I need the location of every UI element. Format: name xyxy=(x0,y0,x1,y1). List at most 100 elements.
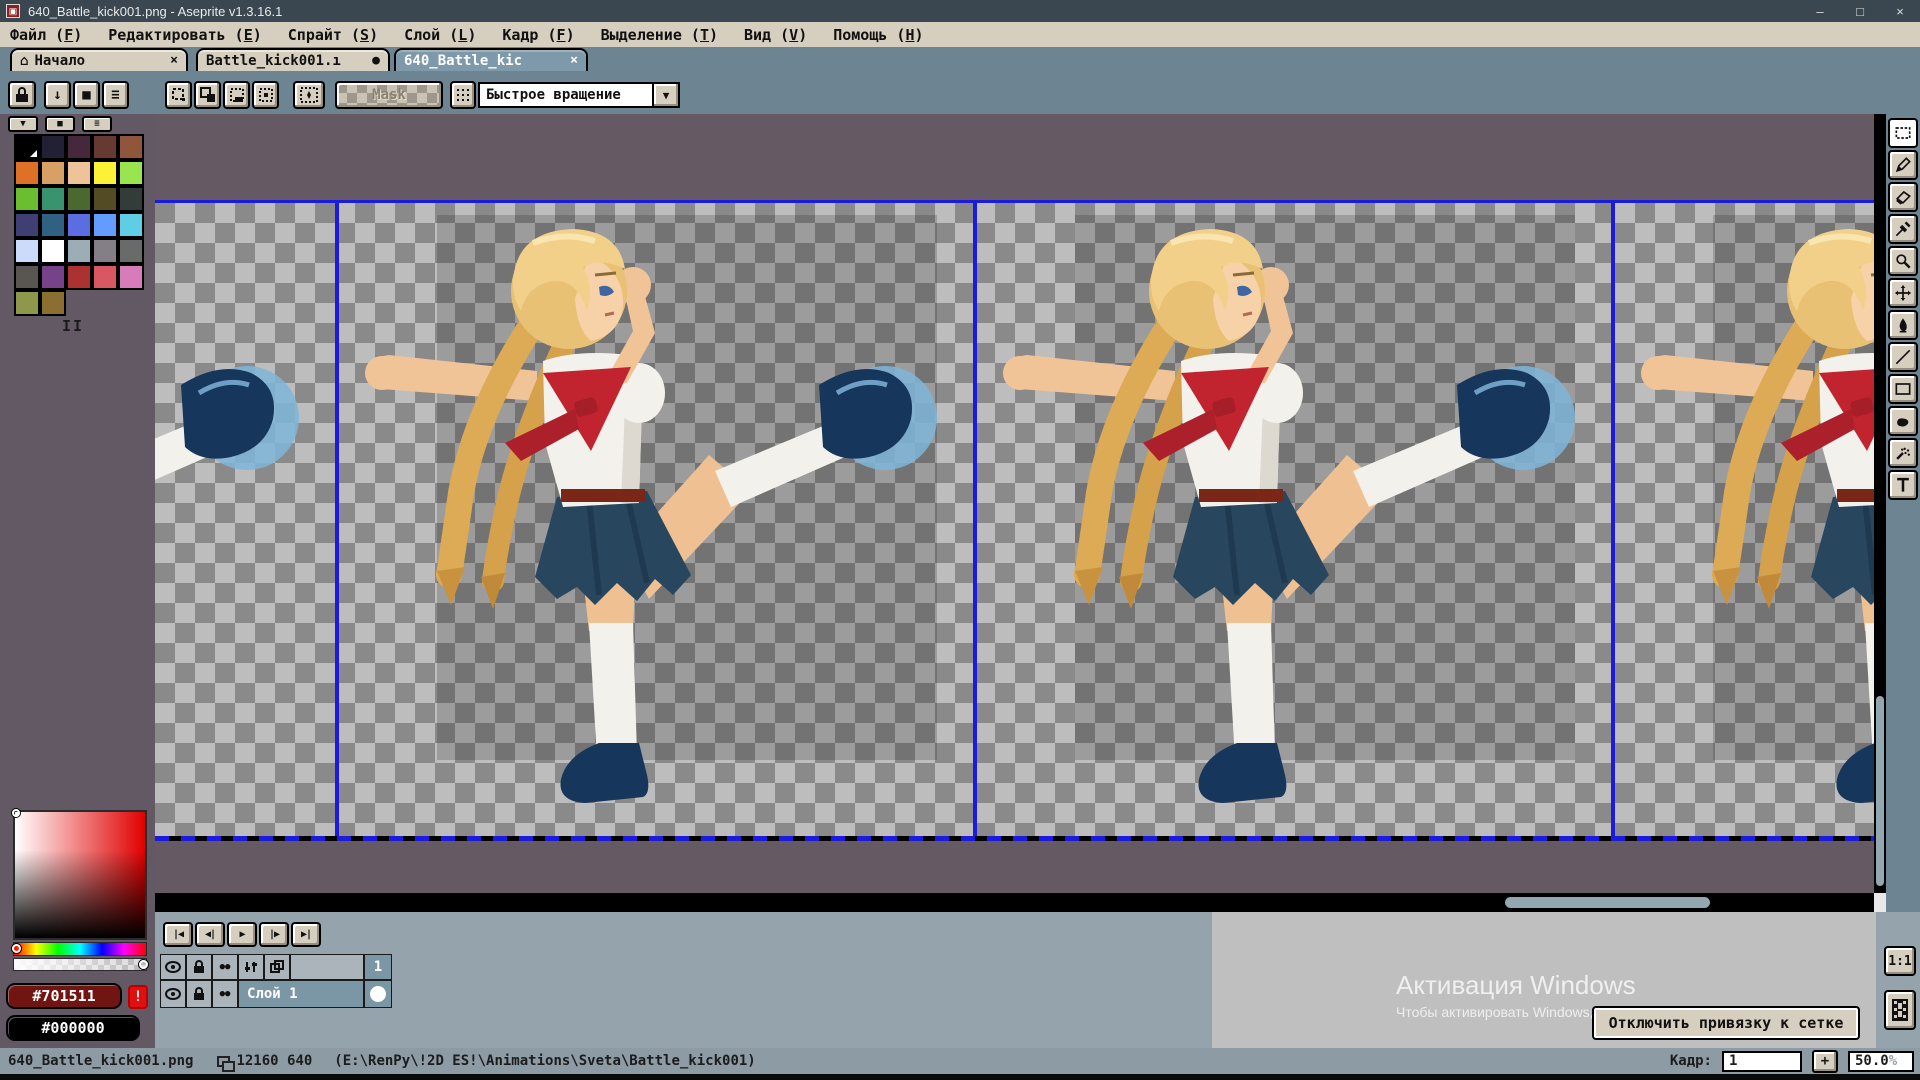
palette-swatch[interactable] xyxy=(92,160,118,186)
sprite-sheet[interactable] xyxy=(155,203,1874,836)
palette-swatch[interactable] xyxy=(14,238,40,264)
selection-subtract-icon[interactable] xyxy=(223,81,250,109)
lock-icon[interactable] xyxy=(186,954,212,980)
palette-swatch[interactable] xyxy=(66,212,92,238)
text-tool[interactable] xyxy=(1888,470,1918,500)
timeline-settings-icon[interactable] xyxy=(238,954,264,980)
palette-swatch[interactable] xyxy=(40,212,66,238)
line-tool[interactable] xyxy=(1888,342,1918,372)
go-last-frame-button[interactable]: ▶| xyxy=(291,922,321,947)
timeline-toggle-icon[interactable] xyxy=(1884,990,1916,1030)
layer-row[interactable]: Слой 1 xyxy=(238,980,364,1008)
minimize-button[interactable]: – xyxy=(1800,0,1840,22)
tab-battle-kick001[interactable]: Battle_kick001.ı ● xyxy=(196,48,390,71)
palette-swatch[interactable] xyxy=(40,238,66,264)
background-color-swatch[interactable]: #000000 xyxy=(6,1015,140,1041)
palette-swatch[interactable] xyxy=(66,264,92,290)
palette-sort-button[interactable]: ▼ xyxy=(8,116,38,132)
palette-swatch[interactable] xyxy=(14,212,40,238)
rectangle-tool[interactable] xyxy=(1888,374,1918,404)
cel-frame-1[interactable] xyxy=(364,980,392,1008)
filled-square-icon[interactable]: ■ xyxy=(73,81,100,109)
previous-frame-button[interactable]: ◀| xyxy=(195,922,225,947)
palette-presets-button[interactable]: ■ xyxy=(45,116,75,132)
spray-tool[interactable] xyxy=(1888,438,1918,468)
pencil-tool[interactable] xyxy=(1888,150,1918,180)
vertical-scrollbar[interactable] xyxy=(1874,114,1886,893)
saturation-value-picker[interactable] xyxy=(13,810,147,940)
selection-add-icon[interactable] xyxy=(194,81,221,109)
frame-number-input[interactable]: 1 xyxy=(1722,1051,1802,1072)
arrow-down-icon[interactable]: ↓ xyxy=(44,81,71,109)
palette-swatch[interactable] xyxy=(14,186,40,212)
alpha-cursor[interactable] xyxy=(139,960,148,969)
layer-eye-icon[interactable] xyxy=(160,980,186,1008)
menu-lines-icon[interactable]: ≡ xyxy=(102,81,129,109)
palette-swatch[interactable] xyxy=(92,134,118,160)
alpha-slider[interactable] xyxy=(13,958,147,971)
menu-edit[interactable]: РедактироватьE xyxy=(108,26,262,44)
rectangular-marquee-tool[interactable] xyxy=(1888,118,1918,148)
snap-to-grid-tooltip[interactable]: Отключить привязку к сетке xyxy=(1592,1006,1860,1040)
close-button[interactable]: × xyxy=(1880,0,1920,22)
palette-swatch[interactable] xyxy=(40,264,66,290)
foreground-color-swatch[interactable]: #701511 xyxy=(6,983,122,1009)
palette-swatch[interactable] xyxy=(40,160,66,186)
transform-handles-icon[interactable] xyxy=(293,81,325,109)
menu-help[interactable]: ПомощьH xyxy=(833,26,923,44)
zoom-percent-input[interactable]: 50.0% xyxy=(1848,1051,1914,1072)
layer-lock-icon[interactable] xyxy=(186,980,212,1008)
hue-cursor[interactable] xyxy=(12,944,21,953)
palette-swatch[interactable] xyxy=(118,212,144,238)
menu-frame[interactable]: КадрF xyxy=(502,26,574,44)
palette-swatch[interactable] xyxy=(92,186,118,212)
go-first-frame-button[interactable]: |◀ xyxy=(163,922,193,947)
eraser-tool[interactable] xyxy=(1888,182,1918,212)
hue-slider[interactable] xyxy=(13,942,147,956)
palette-swatch[interactable] xyxy=(92,264,118,290)
palette-swatch[interactable] xyxy=(40,134,66,160)
canvas-viewport[interactable] xyxy=(155,114,1886,912)
horizontal-scrollbar[interactable] xyxy=(155,893,1874,912)
zoom-1-1-button[interactable]: 1:1 xyxy=(1884,946,1916,976)
menu-view[interactable]: ВидV xyxy=(744,26,807,44)
maximize-button[interactable]: □ xyxy=(1840,0,1880,22)
tab-home[interactable]: ⌂ Начало × xyxy=(10,48,188,71)
color-warning-button[interactable]: ! xyxy=(128,985,148,1009)
palette-swatch[interactable] xyxy=(40,290,66,316)
menu-layer[interactable]: СлойL xyxy=(404,26,476,44)
layer-onion-icon[interactable]: ●● xyxy=(212,980,238,1008)
add-frame-button[interactable]: + xyxy=(1812,1050,1838,1073)
palette-swatch[interactable] xyxy=(118,238,144,264)
lock-icon[interactable] xyxy=(8,81,36,109)
palette-swatch[interactable] xyxy=(66,238,92,264)
next-frame-button[interactable]: |▶ xyxy=(259,922,289,947)
selection-intersect-icon[interactable] xyxy=(252,81,279,109)
paint-bucket-tool[interactable] xyxy=(1888,310,1918,340)
palette-swatch[interactable] xyxy=(66,160,92,186)
eye-icon[interactable] xyxy=(160,954,186,980)
selection-replace-icon[interactable] xyxy=(165,81,192,109)
palette-swatch[interactable] xyxy=(118,134,144,160)
grid-icon[interactable] xyxy=(450,81,476,109)
rotation-algorithm-dropdown[interactable]: Быстрое вращение ▼ xyxy=(478,82,680,108)
horizontal-scrollbar-thumb[interactable] xyxy=(1505,897,1710,908)
menu-file[interactable]: ФайлF xyxy=(10,26,82,44)
frame-header-1[interactable]: 1 xyxy=(364,954,392,980)
palette-swatch[interactable] xyxy=(118,160,144,186)
palette-swatch[interactable] xyxy=(14,264,40,290)
zoom-tool[interactable] xyxy=(1888,246,1918,276)
palette-swatch[interactable] xyxy=(66,186,92,212)
menu-sprite[interactable]: СпрайтS xyxy=(288,26,378,44)
menu-select[interactable]: ВыделениеT xyxy=(601,26,718,44)
contour-tool[interactable] xyxy=(1888,406,1918,436)
palette-swatch[interactable] xyxy=(92,212,118,238)
tab-640-battle-kick[interactable]: 640_Battle_kic × xyxy=(394,48,588,71)
palette-swatch[interactable] xyxy=(40,186,66,212)
palette-swatch[interactable] xyxy=(118,264,144,290)
onion-skin-icon[interactable]: ●● xyxy=(212,954,238,980)
move-tool[interactable] xyxy=(1888,278,1918,308)
palette-options-button[interactable]: ≡ xyxy=(82,116,112,132)
tab-close-icon[interactable]: × xyxy=(162,53,178,68)
eyedropper-tool[interactable] xyxy=(1888,214,1918,244)
